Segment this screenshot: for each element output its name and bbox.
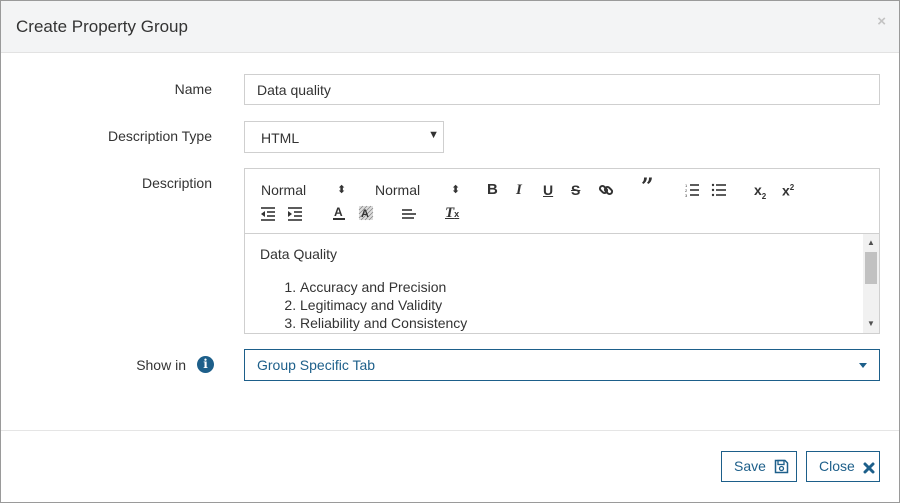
outdent-icon[interactable] <box>260 207 276 221</box>
link-icon[interactable] <box>598 182 614 198</box>
scrollbar-thumb[interactable] <box>865 252 877 284</box>
dropdown-arrow-icon: ▼ <box>428 129 439 141</box>
italic-button[interactable]: I <box>516 182 522 198</box>
save-button[interactable]: Save <box>721 451 797 482</box>
subscript-button[interactable]: x2 <box>754 182 766 205</box>
subscript-x: x <box>754 182 762 198</box>
dialog-title: Create Property Group <box>16 17 188 36</box>
name-label: Name <box>174 81 212 97</box>
content-heading: Data Quality <box>260 246 338 262</box>
align-icon[interactable] <box>401 207 417 221</box>
clear-format-button[interactable]: Tx <box>445 205 459 222</box>
scroll-up-icon[interactable]: ▲ <box>863 236 879 250</box>
close-icon[interactable]: × <box>877 13 886 30</box>
editor-content[interactable]: Data Quality Accuracy and Precision Legi… <box>245 234 863 333</box>
dialog-header: Create Property Group × <box>1 1 899 53</box>
info-icon[interactable]: i <box>197 356 214 373</box>
header-format-select[interactable]: Normal ⬍ <box>261 182 349 198</box>
list-item: Legitimacy and Validity <box>300 296 848 314</box>
show-in-select[interactable]: Group Specific Tab <box>244 349 880 381</box>
select-arrows-icon: ⬍ <box>451 184 461 196</box>
header-format-value: Normal <box>261 182 307 198</box>
create-property-group-dialog: Create Property Group × Name Data qualit… <box>0 0 900 503</box>
description-editor: Normal ⬍ Normal ⬍ B I U S ” 123 x2 x2 A … <box>244 168 880 334</box>
strike-button[interactable]: S <box>571 182 580 198</box>
indent-icon[interactable] <box>287 207 303 221</box>
close-button[interactable]: Close <box>806 451 880 482</box>
floppy-disk-icon <box>774 459 789 477</box>
blockquote-button[interactable]: ” <box>641 176 654 198</box>
times-icon <box>863 461 875 477</box>
clear-format-letter: T <box>445 205 455 221</box>
content-ordered-list: Accuracy and Precision Legitimacy and Va… <box>260 278 848 332</box>
subscript-digit: 2 <box>761 191 767 201</box>
background-color-icon[interactable]: A <box>358 205 374 221</box>
scroll-down-icon[interactable]: ▼ <box>863 317 879 331</box>
text-color-icon[interactable]: A <box>332 205 346 221</box>
description-label: Description <box>141 175 212 191</box>
caret-down-icon <box>859 363 867 368</box>
footer-divider <box>1 430 899 431</box>
description-type-select[interactable]: HTML ▼ <box>244 121 444 153</box>
underline-button[interactable]: U <box>543 182 553 198</box>
svg-text:A: A <box>361 208 369 220</box>
superscript-x: x <box>782 182 790 199</box>
superscript-digit: 2 <box>789 183 795 192</box>
show-in-value: Group Specific Tab <box>257 357 376 373</box>
bullet-list-icon[interactable] <box>711 182 727 198</box>
superscript-button[interactable]: x2 <box>782 180 794 199</box>
description-type-value: HTML <box>261 130 300 146</box>
save-button-label: Save <box>734 458 766 474</box>
list-item: Accuracy and Precision <box>300 278 848 296</box>
editor-scrollbar[interactable]: ▲ ▼ <box>863 234 879 333</box>
svg-text:A: A <box>334 205 343 219</box>
show-in-label: Show in <box>136 357 186 373</box>
description-type-label: Description Type <box>107 128 212 144</box>
font-size-value: Normal <box>375 182 421 198</box>
editor-toolbar: Normal ⬍ Normal ⬍ B I U S ” 123 x2 x2 A … <box>245 169 879 234</box>
clear-format-x-icon: x <box>454 209 460 219</box>
list-item: Reliability and Consistency <box>300 314 848 332</box>
bold-button[interactable]: B <box>487 182 498 198</box>
close-button-label: Close <box>819 458 855 474</box>
font-size-select[interactable]: Normal ⬍ <box>375 182 463 198</box>
name-input[interactable]: Data quality <box>244 74 880 105</box>
select-arrows-icon: ⬍ <box>337 184 347 196</box>
svg-text:3: 3 <box>685 193 688 198</box>
ordered-list-icon[interactable]: 123 <box>684 182 700 198</box>
